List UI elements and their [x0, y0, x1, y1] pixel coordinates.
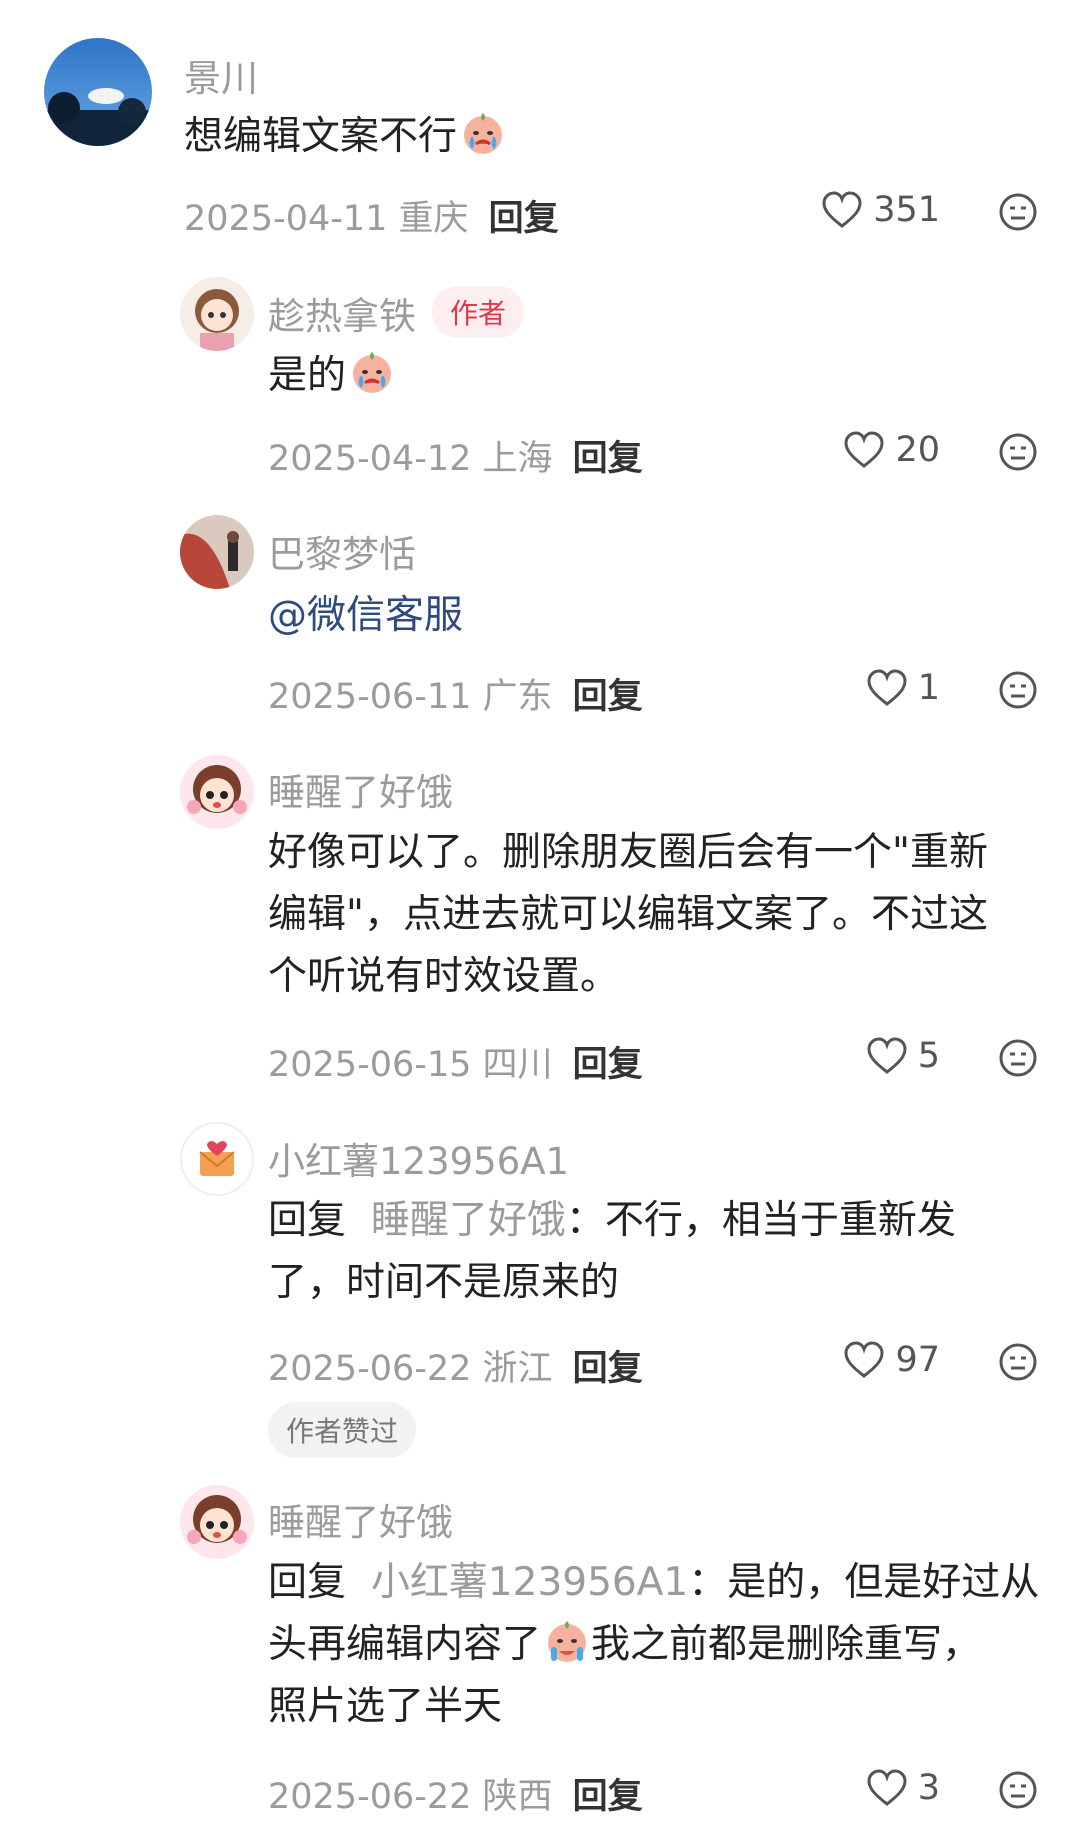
avatar[interactable] — [180, 755, 254, 829]
username[interactable]: 睡醒了好饿 — [268, 762, 453, 816]
like-count: 5 — [917, 1036, 940, 1076]
comment-meta: 2025-04-11 重庆 回复 — [184, 190, 559, 241]
like-button[interactable]: 5 — [866, 1036, 940, 1076]
location: 陕西 — [482, 1777, 553, 1817]
comment-meta: 2025-04-12 上海 回复 — [268, 430, 643, 481]
crying-emoji-icon — [353, 352, 392, 393]
heart-icon — [867, 1769, 907, 1806]
date: 2025-06-15 — [268, 1045, 472, 1085]
like-count: 97 — [895, 1340, 940, 1380]
comment-text: 是的 — [268, 345, 396, 407]
like-button[interactable]: 97 — [843, 1340, 940, 1380]
reply-button[interactable]: 回复 — [573, 1045, 643, 1085]
reply-button[interactable]: 回复 — [573, 1349, 643, 1389]
reply-button[interactable]: 回复 — [573, 439, 643, 479]
like-count: 1 — [917, 668, 940, 708]
location: 四川 — [482, 1045, 553, 1085]
location: 上海 — [482, 439, 553, 479]
reply-button[interactable]: 回复 — [489, 199, 559, 239]
date: 2025-06-22 — [268, 1349, 472, 1389]
reply-button[interactable]: 回复 — [573, 1777, 643, 1817]
mention-link[interactable]: @微信客服 — [268, 593, 463, 638]
location: 重庆 — [398, 199, 469, 239]
date: 2025-06-11 — [268, 677, 472, 717]
like-count: 20 — [895, 430, 940, 470]
like-button[interactable]: 351 — [821, 190, 940, 230]
author-badge: 作者 — [432, 286, 525, 338]
avatar[interactable] — [180, 515, 254, 589]
comment-text: 想编辑文案不行 — [184, 106, 507, 168]
date: 2025-04-11 — [184, 199, 388, 239]
neutral-face-icon[interactable] — [998, 1770, 1038, 1810]
comment-text: 回复 睡醒了好饿：不行，相当于重新发 了，时间不是原来的 — [268, 1198, 956, 1305]
comment-meta: 2025-06-22 浙江 回复 — [268, 1340, 643, 1391]
neutral-face-icon[interactable] — [998, 192, 1038, 232]
neutral-face-icon[interactable] — [998, 670, 1038, 710]
location: 广东 — [482, 677, 553, 717]
like-count: 351 — [873, 190, 940, 230]
reply-to-user[interactable]: 睡醒了好饿 — [371, 1198, 566, 1243]
avatar[interactable] — [44, 38, 152, 146]
username[interactable]: 小红薯123956A1 — [268, 1131, 569, 1185]
reply-button[interactable]: 回复 — [573, 677, 643, 717]
crying-emoji-icon — [548, 1621, 587, 1662]
date: 2025-06-22 — [268, 1777, 472, 1817]
username[interactable]: 趁热拿铁 作者 — [268, 286, 525, 340]
comment-meta: 2025-06-11 广东 回复 — [268, 668, 643, 719]
like-button[interactable]: 20 — [843, 430, 940, 470]
heart-icon — [844, 431, 884, 468]
like-count: 3 — [917, 1768, 940, 1808]
comment-text: 回复 小红薯123956A1：是的，但是好过从 头再编辑内容了 我之前都是删除重写… — [268, 1560, 1040, 1729]
comment-meta: 2025-06-15 四川 回复 — [268, 1036, 643, 1087]
author-liked-chip: 作者赞过 — [268, 1402, 417, 1458]
heart-icon — [822, 191, 862, 228]
username[interactable]: 巴黎梦恬 — [268, 524, 416, 578]
avatar[interactable] — [180, 1122, 254, 1196]
comment-meta: 2025-06-22 陕西 回复 — [268, 1768, 643, 1819]
avatar[interactable] — [180, 277, 254, 351]
username[interactable]: 睡醒了好饿 — [268, 1492, 453, 1546]
comment-text: @微信客服 — [268, 585, 463, 647]
heart-icon — [844, 1341, 884, 1378]
username[interactable]: 景川 — [184, 48, 258, 102]
like-button[interactable]: 3 — [866, 1768, 940, 1808]
neutral-face-icon[interactable] — [998, 1342, 1038, 1382]
neutral-face-icon[interactable] — [998, 1038, 1038, 1078]
reply-to-user[interactable]: 小红薯123956A1 — [371, 1560, 688, 1605]
heart-icon — [867, 1037, 907, 1074]
avatar[interactable] — [180, 1485, 254, 1559]
location: 浙江 — [482, 1349, 553, 1389]
crying-emoji-icon — [464, 113, 503, 154]
comment-text: 好像可以了。删除朋友圈后会有一个"重新 编辑"，点进去就可以编辑文案了。不过这 … — [268, 830, 988, 999]
like-button[interactable]: 1 — [866, 668, 940, 708]
date: 2025-04-12 — [268, 439, 472, 479]
neutral-face-icon[interactable] — [998, 432, 1038, 472]
heart-icon — [867, 669, 907, 706]
